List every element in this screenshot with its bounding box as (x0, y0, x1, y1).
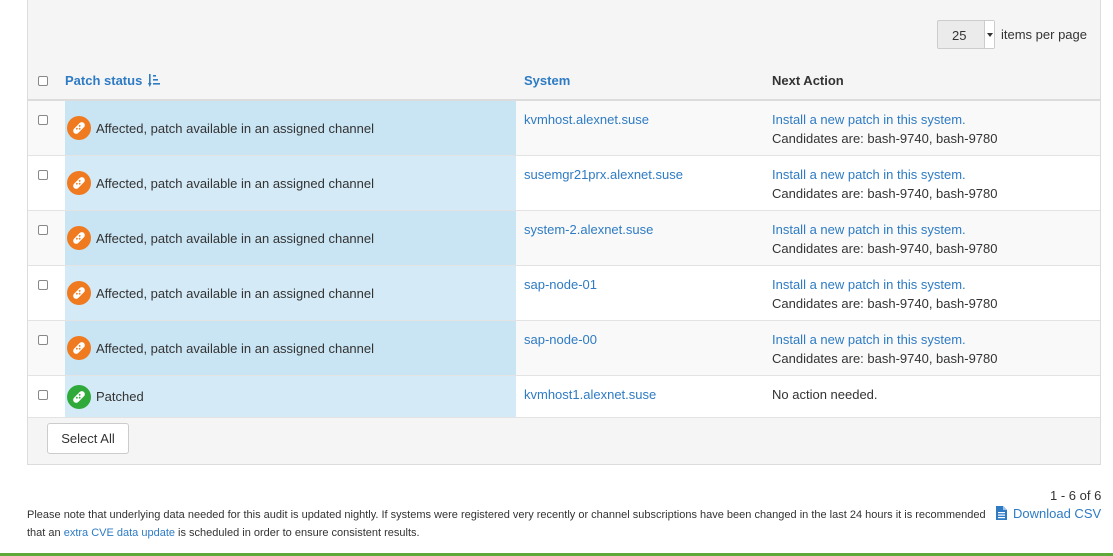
no-action-text: No action needed. (772, 387, 878, 402)
items-per-page-select[interactable]: 25 (937, 20, 995, 49)
patch-ok-icon (67, 384, 91, 409)
chevron-down-icon (984, 21, 994, 48)
next-action-header-label: Next Action (772, 73, 844, 88)
system-cell: susemgr21prx.alexnet.suse (516, 155, 764, 211)
candidates-text: Candidates are: bash-9740, bash-9780 (772, 351, 998, 366)
patch-status-label: Affected, patch available in an assigned… (96, 340, 375, 356)
cve-audit-table: Patch status System Next Action Affected… (28, 62, 1100, 418)
table-row: Affected, patch available in an assigned… (28, 210, 1100, 266)
system-header-label: System (524, 73, 571, 88)
candidates-text: Candidates are: bash-9740, bash-9780 (772, 131, 998, 146)
next-action-header: Next Action (764, 62, 1100, 101)
candidates-text: Candidates are: bash-9740, bash-9780 (772, 186, 998, 201)
table-row: Affected, patch available in an assigned… (28, 320, 1100, 376)
system-link[interactable]: kvmhost1.alexnet.suse (524, 387, 764, 402)
patch-status-header-label: Patch status (65, 73, 143, 88)
system-header: System (516, 62, 764, 101)
patch-status-cell: Affected, patch available in an assigned… (65, 100, 516, 156)
patch-status-label: Affected, patch available in an assigned… (96, 120, 375, 136)
system-cell: kvmhost.alexnet.suse (516, 100, 764, 156)
table-header-row: Patch status System Next Action (28, 62, 1100, 101)
row-checkbox[interactable] (38, 170, 48, 180)
note-text-part2: is scheduled in order to ensure consiste… (175, 527, 420, 539)
audit-results-panel: 25 items per page Patch status System Ne… (27, 0, 1101, 465)
next-action-cell: Install a new patch in this system. Cand… (764, 265, 1100, 321)
next-action-cell: No action needed. (764, 375, 1100, 418)
patch-status-label: Affected, patch available in an assigned… (96, 285, 375, 301)
patch-affected-icon (67, 171, 91, 195)
system-cell: system-2.alexnet.suse (516, 210, 764, 266)
items-per-page-value: 25 (952, 28, 967, 43)
next-action-cell: Install a new patch in this system. Cand… (764, 320, 1100, 376)
row-checkbox[interactable] (38, 115, 48, 125)
patch-status-cell: Affected, patch available in an assigned… (65, 210, 516, 266)
row-checkbox-cell (28, 375, 65, 418)
install-patch-link[interactable]: Install a new patch in this system. (772, 332, 1100, 347)
items-per-page-label: items per page (1001, 27, 1087, 42)
patch-status-sort-link[interactable]: Patch status (65, 73, 160, 88)
row-checkbox[interactable] (38, 390, 48, 400)
next-action-cell: Install a new patch in this system. Cand… (764, 100, 1100, 156)
patch-status-header[interactable]: Patch status (65, 62, 516, 101)
data-update-note: Please note that underlying data needed … (27, 506, 997, 542)
row-checkbox-cell (28, 265, 65, 321)
next-action-cell: Install a new patch in this system. Cand… (764, 155, 1100, 211)
patch-status-label: Affected, patch available in an assigned… (96, 230, 375, 246)
install-patch-link[interactable]: Install a new patch in this system. (772, 167, 1100, 182)
install-patch-link[interactable]: Install a new patch in this system. (772, 112, 1100, 127)
patch-status-cell: Patched (65, 375, 516, 418)
system-link[interactable]: system-2.alexnet.suse (524, 222, 764, 237)
download-csv-label: Download CSV (1013, 506, 1102, 521)
row-checkbox[interactable] (38, 225, 48, 235)
table-row: Affected, patch available in an assigned… (28, 100, 1100, 156)
download-csv-link[interactable]: Download CSV (996, 506, 1101, 521)
row-checkbox-cell (28, 100, 65, 156)
system-link[interactable]: sap-node-01 (524, 277, 764, 292)
system-cell: sap-node-01 (516, 265, 764, 321)
patch-status-label: Affected, patch available in an assigned… (96, 175, 375, 191)
table-row: Affected, patch available in an assigned… (28, 155, 1100, 211)
candidates-text: Candidates are: bash-9740, bash-9780 (772, 241, 998, 256)
patch-affected-icon (67, 336, 91, 360)
file-csv-icon (996, 506, 1007, 520)
patch-status-label: Patched (96, 389, 144, 404)
pagination-range: 1 - 6 of 6 (1050, 488, 1102, 503)
row-checkbox[interactable] (38, 335, 48, 345)
install-patch-link[interactable]: Install a new patch in this system. (772, 222, 1100, 237)
sort-ascending-icon (147, 74, 160, 87)
patch-status-cell: Affected, patch available in an assigned… (65, 320, 516, 376)
patch-status-cell: Affected, patch available in an assigned… (65, 155, 516, 211)
select-all-checkbox[interactable] (38, 76, 48, 86)
row-checkbox-cell (28, 155, 65, 211)
pager-row: 25 items per page (28, 0, 1100, 68)
system-cell: kvmhost1.alexnet.suse (516, 375, 764, 418)
extra-cve-update-link[interactable]: extra CVE data update (64, 527, 175, 539)
candidates-text: Candidates are: bash-9740, bash-9780 (772, 296, 998, 311)
patch-affected-icon (67, 226, 91, 250)
next-action-cell: Install a new patch in this system. Cand… (764, 210, 1100, 266)
table-row: Patched kvmhost1.alexnet.suse No action … (28, 375, 1100, 418)
install-patch-link[interactable]: Install a new patch in this system. (772, 277, 1100, 292)
select-all-header-cell (28, 62, 65, 101)
row-checkbox-cell (28, 210, 65, 266)
patch-affected-icon (67, 116, 91, 140)
row-checkbox-cell (28, 320, 65, 376)
system-cell: sap-node-00 (516, 320, 764, 376)
system-link[interactable]: kvmhost.alexnet.suse (524, 112, 764, 127)
select-all-button[interactable]: Select All (47, 423, 129, 454)
table-row: Affected, patch available in an assigned… (28, 265, 1100, 321)
patch-status-cell: Affected, patch available in an assigned… (65, 265, 516, 321)
patch-affected-icon (67, 281, 91, 305)
row-checkbox[interactable] (38, 280, 48, 290)
system-link[interactable]: susemgr21prx.alexnet.suse (524, 167, 764, 182)
system-link[interactable]: sap-node-00 (524, 332, 764, 347)
